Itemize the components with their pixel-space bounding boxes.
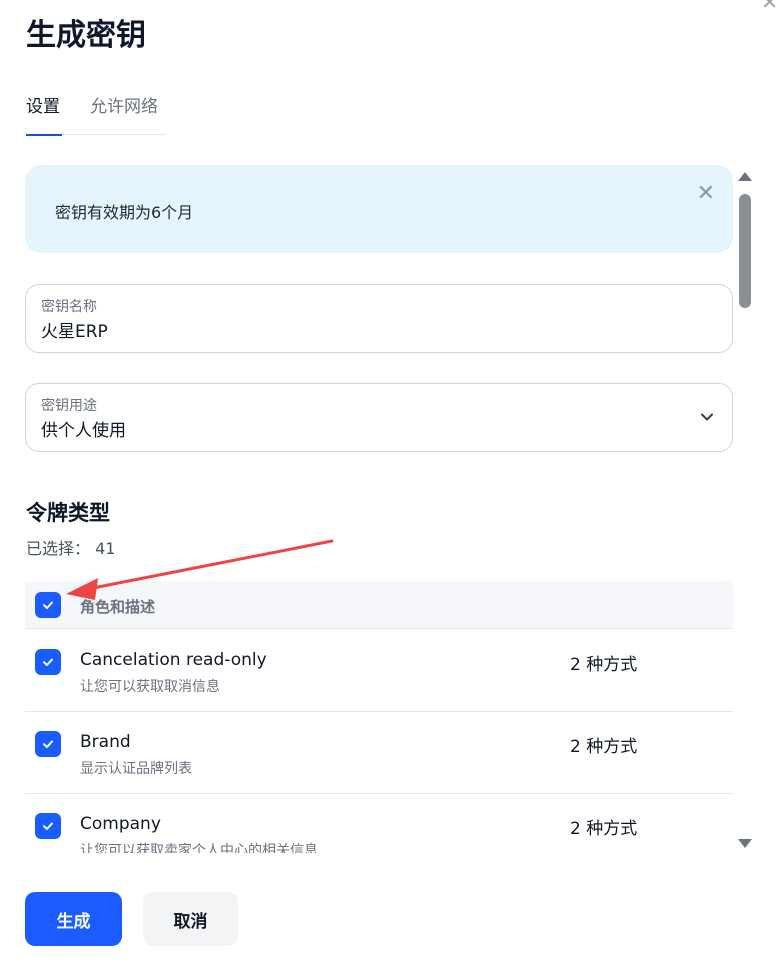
token-title: Company	[80, 814, 161, 834]
validity-notice: 密钥有效期为6个月 ✕	[25, 165, 733, 253]
tab-bar: 设置 允许网络	[26, 92, 166, 136]
token-methods: 2 种方式	[570, 655, 638, 675]
generate-button[interactable]: 生成	[25, 892, 122, 946]
page-title: 生成密钥	[26, 18, 146, 53]
token-types-title: 令牌类型	[26, 501, 110, 525]
row-checkbox[interactable]	[35, 813, 61, 839]
token-title: Cancelation read-only	[80, 650, 267, 670]
key-name-input[interactable]: 火星ERP	[41, 317, 108, 342]
token-list-header: 角色和描述	[25, 581, 733, 629]
tab-allowed-networks[interactable]: 允许网络	[90, 92, 158, 135]
key-usage-label: 密钥用途	[41, 398, 97, 414]
scrollbar-thumb[interactable]	[739, 194, 751, 308]
selected-count: 已选择： 41	[26, 535, 115, 559]
scrollbar[interactable]	[737, 172, 753, 848]
role-desc-header: 角色和描述	[80, 598, 156, 616]
close-icon[interactable]: ✕	[761, 0, 778, 12]
token-methods: 2 种方式	[570, 819, 638, 839]
row-checkbox[interactable]	[35, 731, 61, 757]
check-icon	[43, 740, 53, 748]
key-name-field[interactable]: 密钥名称 火星ERP	[25, 284, 733, 353]
token-row[interactable]: Cancelation read-only 让您可以获取取消信息 2 种方式	[25, 630, 733, 712]
chevron-down-icon[interactable]	[700, 410, 714, 424]
check-icon	[43, 601, 53, 609]
key-name-label: 密钥名称	[41, 299, 97, 315]
row-checkbox[interactable]	[35, 649, 61, 675]
token-title: Brand	[80, 732, 131, 752]
scroll-up-arrow-icon[interactable]	[738, 172, 752, 181]
tab-settings[interactable]: 设置	[26, 92, 90, 136]
token-desc: 让您可以获取取消信息	[80, 679, 220, 695]
cancel-button[interactable]: 取消	[143, 892, 238, 946]
token-row[interactable]: Brand 显示认证品牌列表 2 种方式	[25, 712, 733, 794]
token-desc: 显示认证品牌列表	[80, 761, 192, 777]
token-row[interactable]: Company 让您可以获取卖家个人中心的相关信息 2 种方式	[25, 794, 733, 853]
selected-count-label: 已选择：	[26, 539, 91, 558]
key-usage-select[interactable]: 密钥用途 供个人使用	[25, 383, 733, 452]
settings-scroll-area[interactable]: 密钥有效期为6个月 ✕ 密钥名称 火星ERP 密钥用途 供个人使用 令牌类型 已…	[0, 160, 760, 853]
token-methods: 2 种方式	[570, 737, 638, 757]
scroll-down-arrow-icon[interactable]	[738, 839, 752, 848]
notice-close-icon[interactable]: ✕	[697, 183, 715, 205]
select-all-checkbox[interactable]	[35, 592, 61, 618]
key-usage-value: 供个人使用	[41, 421, 126, 441]
check-icon	[43, 822, 53, 830]
generate-key-dialog: ✕ 生成密钥 设置 允许网络 密钥有效期为6个月 ✕ 密钥名称 火星ERP 密钥…	[0, 0, 780, 978]
token-desc: 让您可以获取卖家个人中心的相关信息	[80, 843, 318, 853]
selected-count-value: 41	[95, 539, 116, 558]
check-icon	[43, 658, 53, 666]
notice-text: 密钥有效期为6个月	[55, 203, 194, 222]
